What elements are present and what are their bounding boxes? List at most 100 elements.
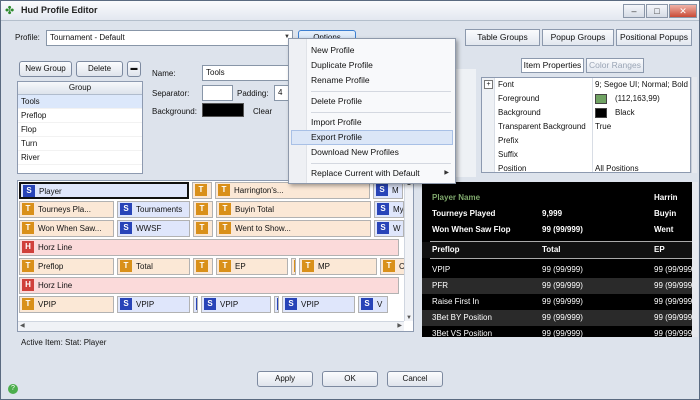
scroll-left-icon[interactable]: ◀ xyxy=(20,322,25,329)
clear-button[interactable]: Clear xyxy=(253,107,272,116)
tab-item-properties[interactable]: Item Properties xyxy=(521,58,584,73)
separator-field[interactable] xyxy=(202,85,233,101)
background-color-swatch[interactable] xyxy=(595,108,607,118)
menu-item-rename-profile[interactable]: Rename Profile xyxy=(311,75,370,85)
app-icon: ✤ xyxy=(5,5,15,17)
prop-value[interactable]: All Positions xyxy=(595,162,639,172)
menu-separator xyxy=(311,91,451,92)
minimize-button[interactable]: – xyxy=(623,4,645,18)
list-item[interactable]: Preflop xyxy=(18,109,142,123)
menu-item-duplicate-profile[interactable]: Duplicate Profile xyxy=(311,60,373,70)
horizontal-line-icon: H xyxy=(22,279,34,291)
hud-tile[interactable]: H Horz Line xyxy=(19,239,399,256)
prop-value[interactable]: 9; Segoe UI; Normal; Bold xyxy=(595,78,688,92)
hud-tile-label: V xyxy=(377,300,383,309)
preview-scrollbar[interactable] xyxy=(692,182,698,337)
hud-tile[interactable]: T Buyin Total xyxy=(216,201,371,218)
hud-tile[interactable]: T Harrington's... xyxy=(215,182,370,199)
name-field[interactable]: Tools xyxy=(202,65,299,81)
close-button[interactable]: ✕ xyxy=(669,4,697,18)
hud-tile[interactable]: T EP xyxy=(216,258,288,275)
hud-tile[interactable]: SW xyxy=(374,220,404,237)
tab-color-ranges[interactable]: Color Ranges xyxy=(586,58,644,73)
prop-value[interactable]: Black xyxy=(615,106,635,120)
hud-tile[interactable]: S WWSF xyxy=(117,220,190,237)
hud-tile[interactable]: S VPIP xyxy=(201,296,271,313)
layout-vertical-scrollbar[interactable]: ▲ ▼ xyxy=(404,181,413,321)
menu-item-replace-current-with-default[interactable]: Replace Current with Default xyxy=(311,168,420,178)
preview-divider xyxy=(430,258,692,259)
hud-tile[interactable]: T xyxy=(291,258,296,275)
hud-tile[interactable]: S My xyxy=(374,201,404,218)
hud-tile[interactable]: S VPIP xyxy=(117,296,190,313)
hud-tile-label: VPIP xyxy=(220,300,239,309)
preview-stat-name: 3Bet VS Position xyxy=(432,329,493,337)
background-label: Background: xyxy=(152,107,197,116)
table-groups-button[interactable]: Table Groups xyxy=(465,29,540,46)
profile-select[interactable]: Tournament - Default ▼ xyxy=(46,30,293,46)
hud-tile[interactable]: T MP xyxy=(299,258,377,275)
scroll-right-icon[interactable]: ▶ xyxy=(397,322,402,329)
hud-tile[interactable]: S xyxy=(274,296,279,313)
preview-stat-row: VPIP 99 (99/999) 99 (99/999) xyxy=(422,262,692,278)
hud-tile[interactable]: T xyxy=(193,220,213,237)
ok-button[interactable]: OK xyxy=(322,371,378,387)
text-icon: T xyxy=(196,203,208,215)
text-icon: T xyxy=(22,203,34,215)
prop-value[interactable]: True xyxy=(595,120,611,134)
hud-tile[interactable]: T xyxy=(193,201,213,218)
hud-tile[interactable]: T Went to Show... xyxy=(216,220,371,237)
hud-tile[interactable]: SV xyxy=(358,296,388,313)
hud-tile[interactable]: S VPIP xyxy=(282,296,355,313)
hud-tile[interactable]: T Preflop xyxy=(19,258,114,275)
menu-item-new-profile[interactable]: New Profile xyxy=(311,45,354,55)
positional-popups-button[interactable]: Positional Popups xyxy=(616,29,692,46)
stat-icon: S xyxy=(377,203,389,215)
preview-stat-total: 99 (99/999) xyxy=(542,297,583,306)
popup-groups-button[interactable]: Popup Groups xyxy=(542,29,614,46)
menu-item-download-new-profiles[interactable]: Download New Profiles xyxy=(311,147,399,157)
hud-tile[interactable]: SM xyxy=(373,182,403,199)
layout-horizontal-scrollbar[interactable]: ◀ ▶ xyxy=(18,321,404,331)
hud-preview: Player Name Harrin Tourneys Played 9,999… xyxy=(422,182,692,337)
property-grid-scrollbar[interactable] xyxy=(691,77,697,173)
hud-tile[interactable]: H Horz Line xyxy=(19,277,399,294)
preview-stat-total: 99 (99/999) xyxy=(542,265,583,274)
maximize-button[interactable]: □ xyxy=(646,4,668,18)
hud-tile-label: Won When Saw... xyxy=(38,224,102,233)
scroll-down-icon[interactable]: ▼ xyxy=(406,315,412,321)
preview-stat-row: 3Bet BY Position 99 (99/999) 99 (99/999) xyxy=(422,310,692,326)
stat-icon: S xyxy=(196,298,197,310)
delete-group-button[interactable]: Delete xyxy=(76,61,123,77)
menu-item-import-profile[interactable]: Import Profile xyxy=(311,117,362,127)
hud-tile-label: Player xyxy=(39,187,62,196)
list-item[interactable]: River xyxy=(18,151,142,165)
hud-tile[interactable]: T VPIP xyxy=(19,296,114,313)
new-group-button[interactable]: New Group xyxy=(19,61,72,77)
hud-tile[interactable]: T xyxy=(193,258,213,275)
apply-button[interactable]: Apply xyxy=(257,371,313,387)
hud-tile[interactable]: T Won When Saw... xyxy=(19,220,114,237)
prop-value[interactable]: (112,163,99) xyxy=(615,92,660,106)
preview-stat-total: 99 (99/999) xyxy=(542,313,583,322)
list-item[interactable]: Turn xyxy=(18,137,142,151)
hud-tile[interactable]: T Tourneys Pla... xyxy=(19,201,114,218)
hud-tile[interactable]: S Tournaments xyxy=(117,201,190,218)
help-icon[interactable]: ? xyxy=(8,384,18,394)
cancel-button[interactable]: Cancel xyxy=(387,371,443,387)
hud-tile[interactable]: S Player xyxy=(19,182,189,199)
expand-icon[interactable]: + xyxy=(484,80,493,89)
hud-tile-label: MP xyxy=(318,262,330,271)
foreground-swatch[interactable] xyxy=(595,94,607,104)
text-icon: T xyxy=(294,260,295,272)
hud-tile[interactable]: S xyxy=(193,296,198,313)
hud-tile[interactable]: T xyxy=(192,182,212,199)
hud-tile[interactable]: T Total xyxy=(117,258,190,275)
preview-stat-name: PFR xyxy=(432,281,448,290)
list-item[interactable]: Tools xyxy=(18,95,142,109)
background-swatch[interactable] xyxy=(202,103,244,117)
group-menu-icon[interactable]: ▬ xyxy=(127,61,141,77)
menu-item-delete-profile[interactable]: Delete Profile xyxy=(311,96,362,106)
list-item[interactable]: Flop xyxy=(18,123,142,137)
menu-item-export-profile[interactable]: Export Profile xyxy=(311,132,362,142)
